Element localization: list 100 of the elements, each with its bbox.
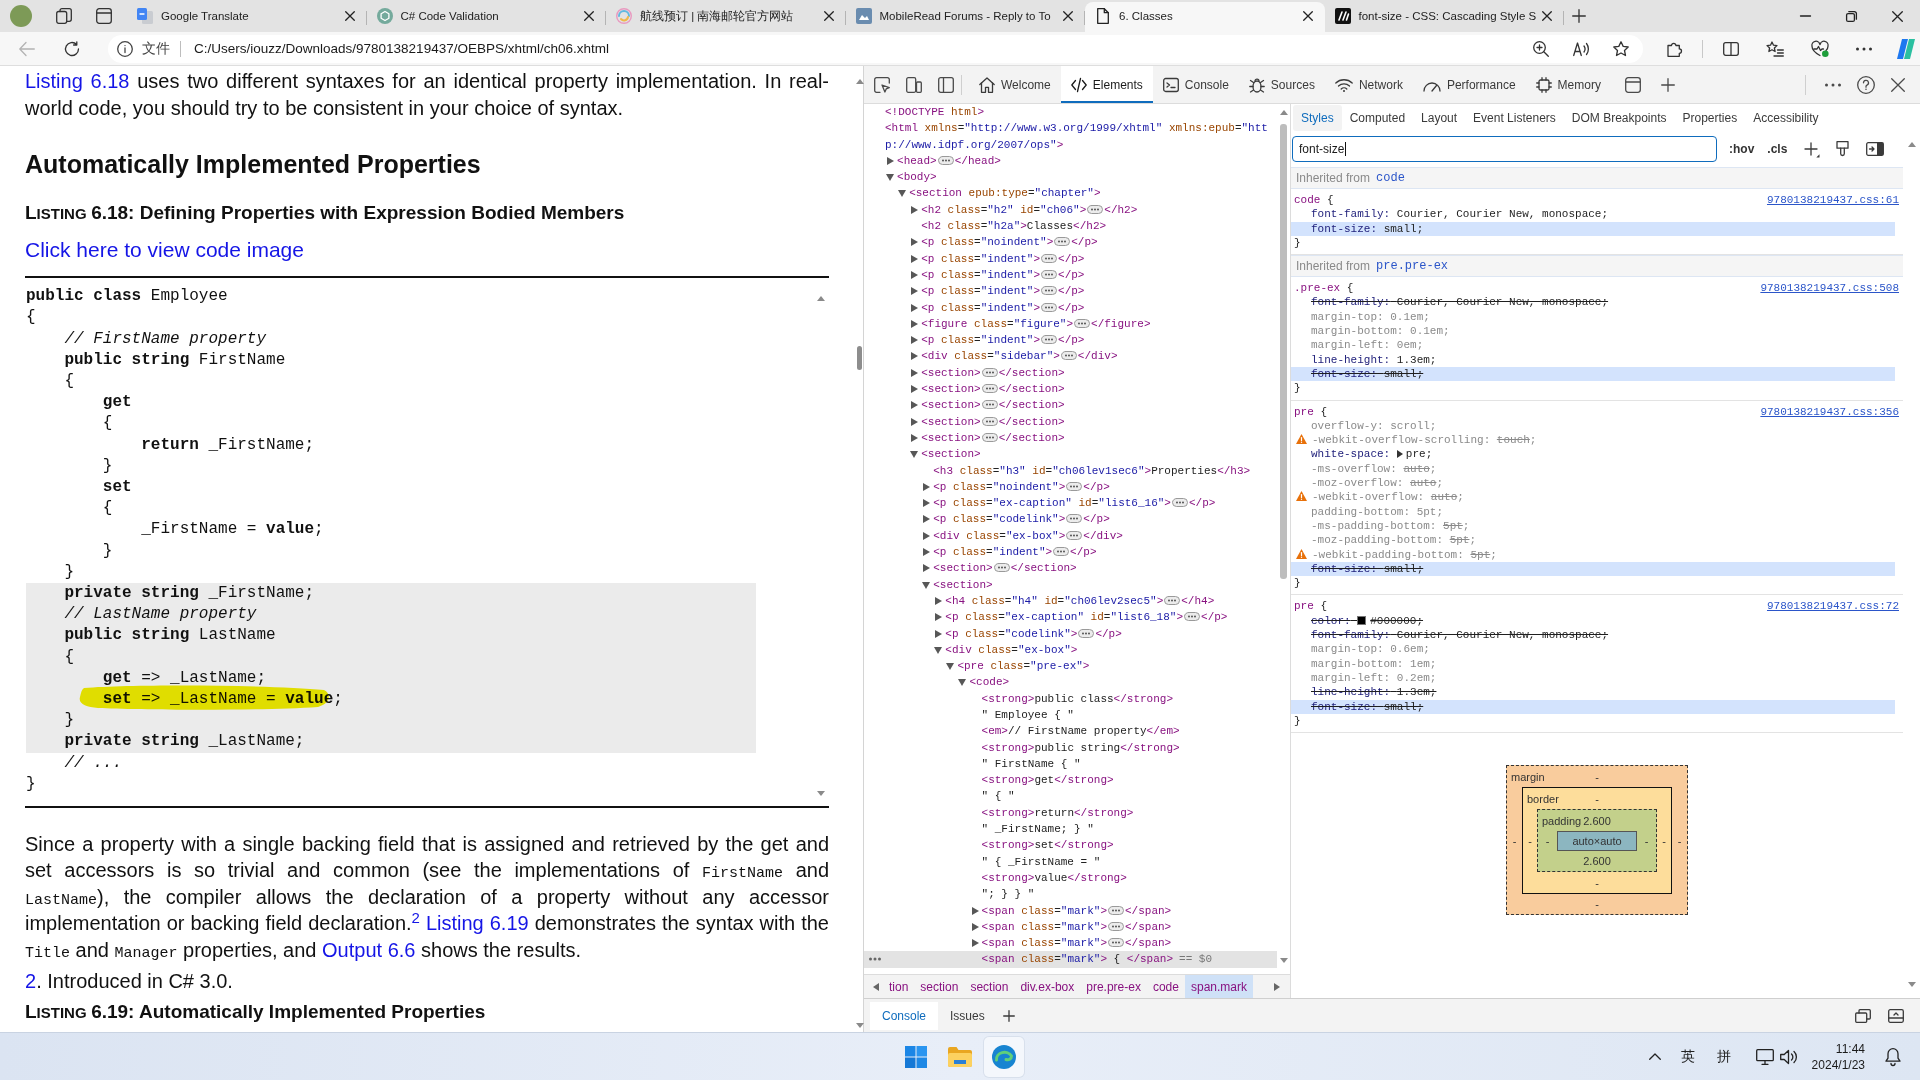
close-icon[interactable]: [584, 11, 594, 21]
dom-node[interactable]: <span class="mark"> </span>: [970, 918, 1172, 936]
close-icon[interactable]: [1891, 10, 1903, 22]
close-icon[interactable]: [823, 11, 834, 21]
ellipsis-pill-icon[interactable]: [981, 432, 998, 442]
ellipsis-pill-icon[interactable]: [1066, 514, 1083, 524]
ellipsis-pill-icon[interactable]: [981, 384, 998, 394]
dom-node[interactable]: <p class="ex-caption" id="list6_16"> </p>: [922, 495, 1216, 512]
dom-node[interactable]: <p class="codelink"> </p>: [934, 625, 1122, 642]
css-selector[interactable]: pre {: [1294, 599, 1328, 614]
triangle-down-icon[interactable]: [958, 678, 967, 687]
dom-node[interactable]: <section> </section>: [910, 397, 1065, 414]
address-bar[interactable]: 文件 C:/Users/iouzz/Downloads/9780138219437/OEBPS/xhtml/ch06.xhtml: [108, 34, 1643, 63]
css-declaration[interactable]: margin-bottom: 0.1em;: [1311, 324, 1450, 339]
state-toggle-button[interactable]: :hov: [1729, 136, 1755, 162]
dom-node[interactable]: <strong>return</strong>: [981, 804, 1134, 822]
triangle-right-icon[interactable]: [910, 368, 919, 377]
scroll-up-icon[interactable]: [817, 296, 825, 302]
drawer-tab[interactable]: Console: [870, 1001, 939, 1030]
css-declaration[interactable]: font-size: small;: [1291, 366, 1895, 382]
css-declaration[interactable]: font-size: small;: [1291, 699, 1895, 714]
site-info-button[interactable]: 文件: [117, 39, 170, 58]
triangle-right-icon[interactable]: [886, 156, 895, 165]
input-mode-indicator[interactable]: 英: [1680, 1047, 1695, 1066]
ribbon-logo-icon[interactable]: [1896, 38, 1916, 59]
heart-pulse-icon[interactable]: [1811, 40, 1829, 57]
dom-node[interactable]: <body>: [886, 169, 937, 186]
close-icon[interactable]: [1063, 11, 1073, 21]
chevron-up-icon[interactable]: [1648, 1053, 1661, 1060]
scroll-up-icon[interactable]: [1907, 142, 1916, 147]
triangle-right-icon[interactable]: [922, 531, 931, 540]
footnote-backlink[interactable]: 2: [25, 970, 37, 993]
input-mode-indicator[interactable]: 拼: [1716, 1047, 1731, 1066]
source-link[interactable]: 9780138219437.css:61: [1766, 193, 1899, 208]
dom-node[interactable]: <figure class="figure"> </figure>: [910, 315, 1151, 333]
scroll-down-icon[interactable]: [1279, 958, 1288, 963]
browser-tab[interactable]: 航线预订 | 南海邮轮官方网站: [606, 2, 846, 32]
taskbar-app[interactable]: [984, 1036, 1024, 1077]
triangle-right-icon[interactable]: [910, 287, 919, 296]
css-selector[interactable]: code {: [1294, 193, 1334, 208]
triangle-right-icon[interactable]: [922, 482, 931, 491]
ellipsis-pill-icon[interactable]: [1184, 612, 1201, 622]
triangle-right-icon[interactable]: [934, 596, 943, 605]
dom-node[interactable]: <code>: [958, 674, 1010, 691]
ellipsis-pill-icon[interactable]: [1171, 498, 1188, 508]
scroll-down-icon[interactable]: [817, 791, 825, 797]
dom-node[interactable]: <section epub:type="chapter">: [898, 185, 1101, 202]
scroll-down-icon[interactable]: [855, 1023, 863, 1028]
dom-node[interactable]: <h2 class="h2a">Classes</h2>: [921, 218, 1107, 235]
dom-node[interactable]: <strong>public string</strong>: [981, 739, 1180, 756]
ellipsis-pill-icon[interactable]: [1041, 335, 1058, 345]
dom-node[interactable]: <section> </section>: [910, 381, 1065, 398]
dom-node[interactable]: <!DOCTYPE html>: [885, 104, 985, 121]
inherited-source-link[interactable]: pre.pre-ex: [1376, 259, 1449, 274]
ellipsis-pill-icon[interactable]: [1041, 269, 1058, 279]
refresh-icon[interactable]: [64, 40, 80, 57]
styles-tab[interactable]: DOM Breakpoints: [1563, 105, 1675, 131]
dom-node[interactable]: <div class="sidebar"> </div>: [910, 348, 1118, 365]
css-declaration[interactable]: font-family: Courier, Courier New, monospace;: [1311, 295, 1609, 310]
css-declaration[interactable]: -ms-padding-bottom: 5pt;: [1311, 518, 1470, 534]
ellipsis-pill-icon[interactable]: [1053, 547, 1070, 556]
css-declaration[interactable]: overflow-y: scroll;: [1311, 418, 1437, 434]
dom-node[interactable]: <strong>get</strong>: [981, 772, 1114, 789]
triangle-right-icon[interactable]: [922, 548, 931, 556]
dom-node[interactable]: <section> </section>: [910, 413, 1065, 430]
dom-node[interactable]: " Employee { ": [981, 707, 1074, 724]
close-icon[interactable]: [1302, 11, 1313, 21]
css-declaration[interactable]: line-height: 1.3em;: [1311, 685, 1437, 700]
triangle-right-icon[interactable]: [910, 303, 919, 312]
more-icon[interactable]: [1856, 46, 1872, 51]
monitor-icon[interactable]: [1755, 1048, 1774, 1065]
listing-link[interactable]: Output 6.6: [322, 938, 416, 961]
dom-node[interactable]: <h2 class="h2" id="ch06"> </h2>: [910, 201, 1138, 219]
dom-node[interactable]: <p class="indent"> </p>: [910, 250, 1085, 267]
new-rule-icon[interactable]: [1804, 142, 1821, 158]
restore-icon[interactable]: [1845, 10, 1857, 22]
minimize-icon[interactable]: [1799, 15, 1811, 17]
dom-node[interactable]: <strong>public class</strong>: [981, 690, 1173, 707]
inherited-source-link[interactable]: code: [1376, 171, 1405, 185]
dom-node[interactable]: <div class="ex-box">: [934, 641, 1078, 659]
dom-node[interactable]: <html xmlns="http://www.w3.org/1999/xhtml" xmlns:epub="http://www.idpf.org/2007/ops">: [885, 120, 1277, 153]
dom-node[interactable]: " _FirstName; } ": [981, 821, 1094, 838]
scroll-up-icon[interactable]: [1279, 110, 1288, 115]
more-icon[interactable]: [1825, 82, 1841, 87]
ellipsis-pill-icon[interactable]: [1164, 595, 1181, 605]
css-declaration[interactable]: color: #000000;: [1311, 613, 1424, 628]
triangle-right-icon[interactable]: [910, 205, 919, 214]
css-selector[interactable]: pre {: [1294, 404, 1328, 419]
plus-icon[interactable]: [1002, 1009, 1015, 1022]
css-declaration[interactable]: margin-left: 0em;: [1311, 338, 1424, 353]
triangle-right-icon[interactable]: [1396, 450, 1403, 459]
triangle-down-icon[interactable]: [910, 450, 919, 459]
browser-tab[interactable]: Google Translate: [127, 2, 367, 32]
triangle-down-icon[interactable]: [934, 645, 943, 654]
devtools-tab[interactable]: Performance: [1412, 66, 1526, 103]
sidebar-layout-icon[interactable]: [938, 76, 954, 93]
triangle-right-icon[interactable]: [922, 499, 931, 508]
triangle-right-icon[interactable]: [910, 385, 919, 394]
triangle-right-icon[interactable]: [910, 336, 919, 345]
css-declaration[interactable]: margin-bottom: 1em;: [1311, 656, 1437, 671]
